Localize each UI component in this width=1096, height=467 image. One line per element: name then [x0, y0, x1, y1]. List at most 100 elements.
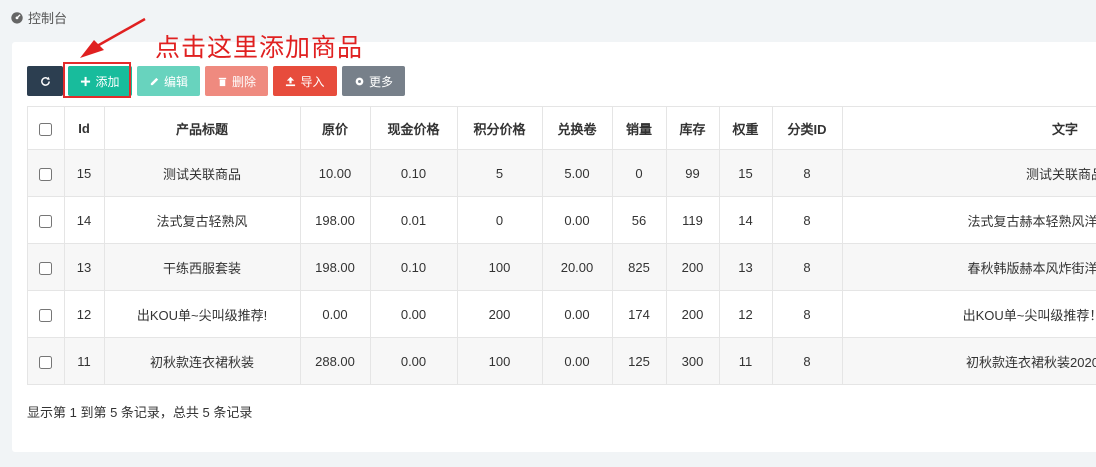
row-checkbox-cell [28, 290, 65, 338]
cell-cash-price: 0.10 [370, 149, 458, 197]
cell-text: 出KOU单~尖叫级推荐！双排扣西装 [842, 290, 1096, 338]
cell-stock: 300 [666, 337, 720, 385]
table-row[interactable]: 14 法式复古轻熟风 198.00 0.01 0 0.00 56 119 14 … [28, 196, 1096, 244]
row-checkbox-cell [28, 149, 65, 197]
row-checkbox-cell [28, 337, 65, 385]
cell-category-id: 8 [772, 337, 843, 385]
row-checkbox[interactable] [39, 355, 53, 369]
cell-stock: 99 [666, 149, 720, 197]
cell-weight: 15 [719, 149, 773, 197]
row-checkbox-cell [28, 196, 65, 244]
cell-points-price: 100 [457, 243, 543, 291]
cell-original-price: 0.00 [300, 290, 371, 338]
table-row[interactable]: 11 初秋款连衣裙秋装 288.00 0.00 100 0.00 125 300… [28, 337, 1096, 385]
cell-points-price: 100 [457, 337, 543, 385]
cell-title: 测试关联商品 [104, 149, 301, 197]
plus-icon [81, 76, 91, 86]
cell-sales: 825 [612, 243, 667, 291]
cell-category-id: 8 [772, 243, 843, 291]
row-checkbox[interactable] [39, 261, 53, 275]
cell-voucher: 0.00 [542, 196, 613, 244]
cell-text: 测试关联商品 [842, 149, 1096, 197]
header-checkbox-cell [28, 107, 65, 150]
cell-title: 法式复古轻熟风 [104, 196, 301, 244]
add-button-label: 添加 [95, 74, 120, 89]
cell-sales: 0 [612, 149, 667, 197]
row-checkbox[interactable] [39, 308, 53, 322]
breadcrumb-label: 控制台 [28, 10, 68, 26]
cell-text: 法式复古赫本轻熟风洋气御姐网红 [842, 196, 1096, 244]
cell-voucher: 0.00 [542, 337, 613, 385]
trash-icon [218, 77, 227, 86]
cell-points-price: 0 [457, 196, 543, 244]
cell-title: 出KOU单~尖叫级推荐! [104, 290, 301, 338]
cell-original-price: 198.00 [300, 196, 371, 244]
delete-button-label: 删除 [231, 74, 256, 89]
column-header-cash-price[interactable]: 现金价格 [370, 107, 458, 150]
cell-id: 12 [64, 290, 105, 338]
cell-weight: 13 [719, 243, 773, 291]
column-header-text[interactable]: 文字 [842, 107, 1096, 150]
table-row[interactable]: 13 干练西服套装 198.00 0.10 100 20.00 825 200 … [28, 243, 1096, 291]
row-checkbox-cell [28, 243, 65, 291]
more-button-label: 更多 [368, 74, 393, 89]
row-checkbox[interactable] [39, 214, 53, 228]
import-button[interactable]: 导入 [273, 66, 337, 96]
row-checkbox[interactable] [39, 167, 53, 181]
cell-original-price: 288.00 [300, 337, 371, 385]
cell-voucher: 20.00 [542, 243, 613, 291]
column-header-points-price[interactable]: 积分价格 [457, 107, 543, 150]
cell-sales: 56 [612, 196, 667, 244]
cell-stock: 119 [666, 196, 720, 244]
upload-icon [286, 76, 296, 86]
cell-category-id: 8 [772, 196, 843, 244]
column-header-id[interactable]: Id [64, 107, 105, 150]
cell-weight: 12 [719, 290, 773, 338]
cell-voucher: 0.00 [542, 290, 613, 338]
refresh-button[interactable] [27, 66, 63, 96]
cell-text: 初秋款连衣裙秋装2020年新款女卡 [842, 337, 1096, 385]
cell-weight: 14 [719, 196, 773, 244]
column-header-original-price[interactable]: 原价 [300, 107, 371, 150]
cell-voucher: 5.00 [542, 149, 613, 197]
cell-points-price: 200 [457, 290, 543, 338]
column-header-stock[interactable]: 库存 [666, 107, 720, 150]
cell-text: 春秋韩版赫本风炸街洋气御姐轻熟 [842, 243, 1096, 291]
cell-original-price: 10.00 [300, 149, 371, 197]
cell-cash-price: 0.01 [370, 196, 458, 244]
cell-id: 14 [64, 196, 105, 244]
cell-cash-price: 0.10 [370, 243, 458, 291]
table-row[interactable]: 15 测试关联商品 10.00 0.10 5 5.00 0 99 15 8 测试… [28, 149, 1096, 197]
cell-category-id: 8 [772, 290, 843, 338]
refresh-icon [40, 76, 50, 86]
column-header-voucher[interactable]: 兑换卷 [542, 107, 613, 150]
column-header-sales[interactable]: 销量 [612, 107, 667, 150]
cell-title: 干练西服套装 [104, 243, 301, 291]
cell-sales: 174 [612, 290, 667, 338]
cell-original-price: 198.00 [300, 243, 371, 291]
table-header-row: Id 产品标题 原价 现金价格 积分价格 兑换卷 销量 库存 权重 分类ID 文… [28, 107, 1096, 150]
product-table-container[interactable]: Id 产品标题 原价 现金价格 积分价格 兑换卷 销量 库存 权重 分类ID 文… [27, 106, 1096, 385]
delete-button[interactable]: 删除 [205, 66, 268, 96]
more-button[interactable]: 更多 [342, 66, 405, 96]
add-button[interactable]: 添加 [68, 66, 132, 96]
cell-stock: 200 [666, 290, 720, 338]
table-row[interactable]: 12 出KOU单~尖叫级推荐! 0.00 0.00 200 0.00 174 2… [28, 290, 1096, 338]
select-all-checkbox[interactable] [39, 122, 53, 136]
column-header-title[interactable]: 产品标题 [104, 107, 301, 150]
cell-id: 11 [64, 337, 105, 385]
edit-button[interactable]: 编辑 [137, 66, 200, 96]
cell-cash-price: 0.00 [370, 290, 458, 338]
pencil-icon [150, 77, 159, 85]
toolbar: 添加 编辑 删除 导入 更多 [27, 66, 405, 96]
cell-sales: 125 [612, 337, 667, 385]
annotation-text: 点击这里添加商品 [155, 33, 364, 62]
cell-points-price: 5 [457, 149, 543, 197]
cell-title: 初秋款连衣裙秋装 [104, 337, 301, 385]
cell-id: 15 [64, 149, 105, 197]
column-header-category-id[interactable]: 分类ID [772, 107, 843, 150]
cell-cash-price: 0.00 [370, 337, 458, 385]
breadcrumb[interactable]: 控制台 [10, 8, 67, 26]
cell-weight: 11 [719, 337, 773, 385]
column-header-weight[interactable]: 权重 [719, 107, 773, 150]
